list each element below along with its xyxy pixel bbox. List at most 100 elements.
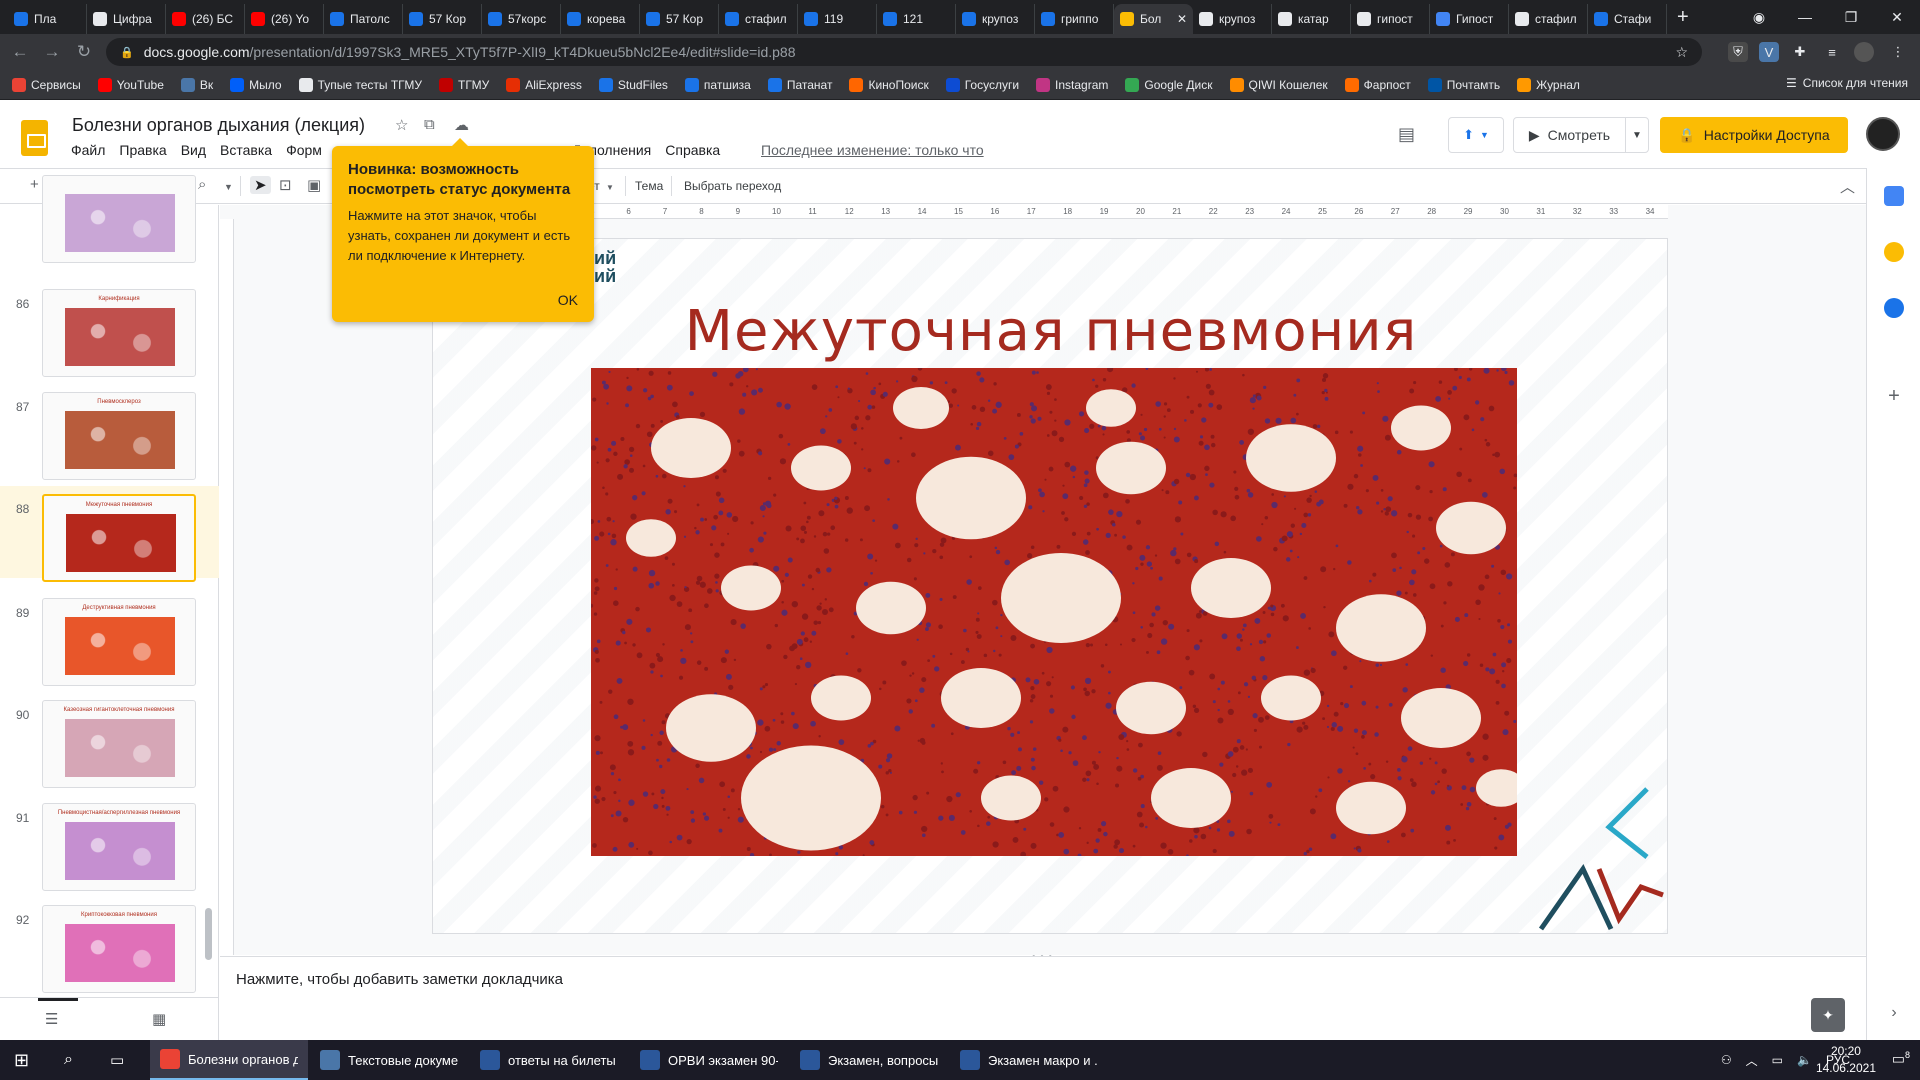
menu-item[interactable]: Форм: [286, 142, 322, 158]
bookmark-item[interactable]: Instagram: [1036, 77, 1108, 92]
browser-tab[interactable]: стафил: [719, 4, 798, 34]
browser-tab[interactable]: (26) БС: [166, 4, 245, 34]
minimize-icon[interactable]: —: [1782, 0, 1828, 34]
explore-icon[interactable]: ✦: [1811, 998, 1845, 1032]
new-tab-icon[interactable]: +: [1677, 6, 1689, 29]
browser-tab[interactable]: Бол ✕: [1114, 4, 1193, 34]
browser-tab[interactable]: Стафи: [1588, 4, 1667, 34]
vk-extension-icon[interactable]: V: [1759, 42, 1779, 62]
volume-icon[interactable]: 🔈: [1797, 1053, 1812, 1067]
slide-thumbnail[interactable]: Казеозная гигантоклеточная пневмония: [42, 700, 196, 788]
reading-list-button[interactable]: ☰ Список для чтения: [1786, 76, 1908, 90]
browser-tab[interactable]: 57 Кор: [640, 4, 719, 34]
browser-tab[interactable]: 57корс: [482, 4, 561, 34]
bookmark-item[interactable]: QIWI Кошелек: [1229, 77, 1328, 92]
last-edit-link[interactable]: Последнее изменение: только что: [761, 142, 984, 158]
tray-chevron-icon[interactable]: ︿: [1746, 1052, 1758, 1069]
move-folder-icon[interactable]: ⧉: [424, 116, 435, 133]
star-icon[interactable]: ☆: [395, 116, 408, 134]
search-icon[interactable]: ⌕: [64, 1051, 73, 1069]
reading-list-icon[interactable]: ≡: [1822, 42, 1842, 62]
slide-title[interactable]: Межуточная пневмония: [433, 299, 1667, 364]
slide-thumbnail[interactable]: Криптококковая пневмония: [42, 905, 196, 993]
clock[interactable]: 20:20 14.06.2021: [1816, 1043, 1876, 1077]
bookmark-item[interactable]: Фарпост: [1344, 77, 1411, 92]
browser-tab[interactable]: стафил: [1509, 4, 1588, 34]
slide-thumbnail[interactable]: [42, 175, 196, 263]
taskbar-app[interactable]: ответы на билеты ...: [470, 1040, 628, 1080]
task-view-icon[interactable]: ▭: [110, 1051, 124, 1069]
bookmark-item[interactable]: ТГМУ: [439, 77, 489, 92]
menu-item[interactable]: Справка: [665, 142, 720, 158]
taskbar-app[interactable]: Болезни органов д...: [150, 1040, 308, 1080]
present-options-button[interactable]: ⬆ ▼: [1448, 117, 1504, 153]
slide-thumbnail[interactable]: Деструктивная пневмония: [42, 598, 196, 686]
bookmark-item[interactable]: Журнал: [1517, 77, 1580, 92]
browser-tab[interactable]: Цифра: [87, 4, 166, 34]
image-icon[interactable]: ▣: [307, 176, 321, 194]
bookmark-item[interactable]: Вк: [180, 77, 213, 92]
menu-item[interactable]: Файл: [71, 142, 105, 158]
add-addon-icon[interactable]: +: [1884, 386, 1904, 406]
slide-thumbnail[interactable]: Карнификация: [42, 289, 196, 377]
forward-icon[interactable]: →: [36, 42, 68, 62]
share-button[interactable]: 🔒 Настройки Доступа: [1660, 117, 1848, 153]
puzzle-extension-icon[interactable]: ✚: [1790, 42, 1810, 62]
menu-item[interactable]: Вид: [181, 142, 206, 158]
browser-tab[interactable]: 119: [798, 4, 877, 34]
vertical-ruler[interactable]: [220, 219, 234, 955]
browser-tab[interactable]: корева: [561, 4, 640, 34]
view-button[interactable]: ▶ Смотреть ▼: [1513, 117, 1649, 153]
cloud-status-icon[interactable]: ☁: [454, 116, 469, 134]
slides-logo-icon[interactable]: [21, 120, 48, 156]
profile-icon[interactable]: ◉: [1736, 0, 1782, 34]
taskbar-app[interactable]: ОРВИ экзамен 90-...: [630, 1040, 788, 1080]
collapse-toolbar-icon[interactable]: ︿: [1840, 176, 1855, 197]
select-cursor-icon[interactable]: ➤: [250, 176, 271, 194]
windows-start-icon[interactable]: ⊞: [14, 1050, 29, 1071]
taskbar-app[interactable]: Экзамен макро и ...: [950, 1040, 1108, 1080]
slide[interactable]: кий кий Межуточная пневмония: [432, 238, 1668, 934]
slide-thumbnail[interactable]: Межуточная пневмония: [42, 494, 196, 582]
browser-tab[interactable]: катар: [1272, 4, 1351, 34]
tooltip-ok-button[interactable]: OK: [558, 292, 578, 308]
chevron-down-icon[interactable]: ▼: [606, 183, 614, 192]
reload-icon[interactable]: ↻: [68, 42, 100, 62]
tasks-icon[interactable]: [1884, 298, 1904, 318]
horizontal-ruler[interactable]: 5678910111213141516171819202122232425262…: [430, 205, 1668, 219]
browser-tab[interactable]: гриппо: [1035, 4, 1114, 34]
menu-item[interactable]: Правка: [119, 142, 166, 158]
notifications-icon[interactable]: ▭8: [1892, 1050, 1910, 1068]
shield-extension-icon[interactable]: ⛨: [1728, 42, 1748, 62]
document-title[interactable]: Болезни органов дыхания (лекция): [72, 115, 365, 136]
browser-tab[interactable]: 57 Кор: [403, 4, 482, 34]
list-view-icon[interactable]: ☰: [45, 1010, 58, 1028]
new-slide-icon[interactable]: +: [30, 176, 39, 193]
grid-view-icon[interactable]: ▦: [152, 1010, 166, 1028]
comments-icon[interactable]: ▤: [1398, 124, 1415, 145]
bookmark-item[interactable]: StudFiles: [598, 77, 668, 92]
slide-thumbnail[interactable]: Пневмосклероз: [42, 392, 196, 480]
bookmark-star-icon[interactable]: ☆: [1675, 44, 1688, 61]
bookmark-item[interactable]: AliExpress: [506, 77, 582, 92]
bookmark-item[interactable]: Тупые тесты ТГМУ: [298, 77, 422, 92]
browser-tab[interactable]: 121: [877, 4, 956, 34]
expand-panel-icon[interactable]: ›: [1884, 1004, 1904, 1024]
avatar[interactable]: [1866, 117, 1900, 151]
url-input[interactable]: 🔒 docs.google.com/presentation/d/1997Sk3…: [106, 38, 1702, 66]
calendar-icon[interactable]: [1884, 186, 1904, 206]
browser-tab[interactable]: Патолс: [324, 4, 403, 34]
bookmark-item[interactable]: Почтамть: [1427, 77, 1500, 92]
menu-item[interactable]: Вставка: [220, 142, 272, 158]
chevron-down-icon[interactable]: ▼: [224, 182, 233, 192]
filmstrip-scrollbar[interactable]: [205, 908, 212, 960]
keep-icon[interactable]: [1884, 242, 1904, 262]
slide-thumbnail[interactable]: Пневмоцистная/аспергиллезная пневмония: [42, 803, 196, 891]
browser-tab[interactable]: гипост: [1351, 4, 1430, 34]
text-box-icon[interactable]: ⊡: [279, 176, 292, 194]
bookmark-item[interactable]: Мыло: [230, 77, 282, 92]
bookmark-item[interactable]: Госуслуги: [945, 77, 1019, 92]
theme-button[interactable]: Тема: [635, 179, 663, 193]
back-icon[interactable]: ←: [4, 42, 36, 62]
people-icon[interactable]: ⚇: [1721, 1053, 1732, 1067]
